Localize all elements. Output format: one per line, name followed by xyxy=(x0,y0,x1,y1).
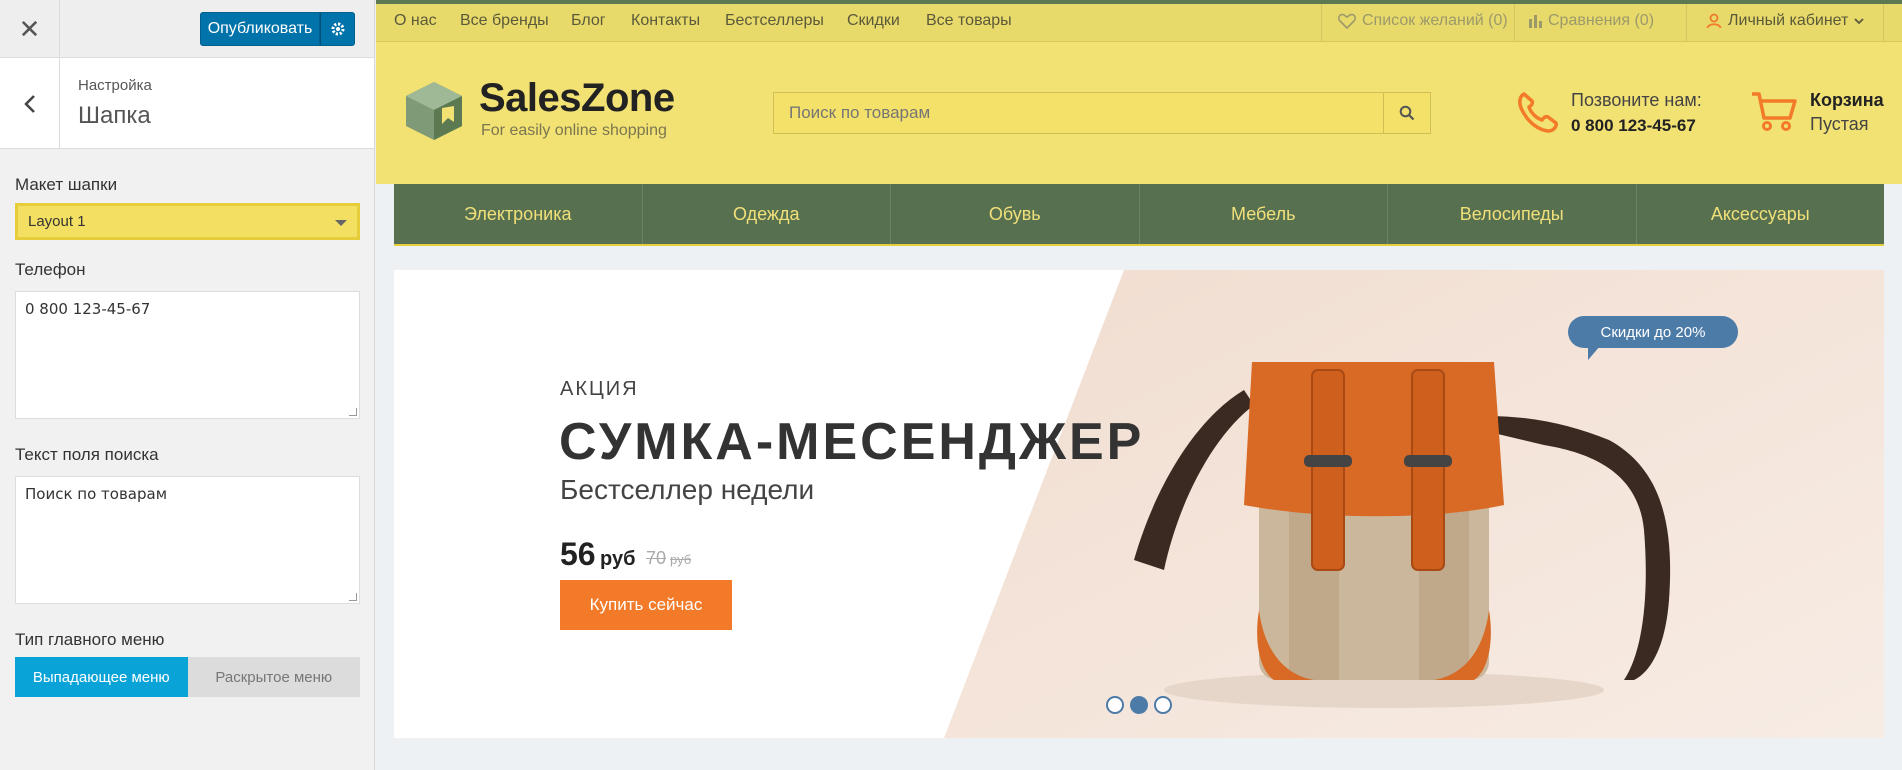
nav-shoes[interactable]: Обувь xyxy=(891,184,1140,244)
topnav-bestsellers[interactable]: Бестселлеры xyxy=(725,12,824,30)
search-text-label: Текст поля поиска xyxy=(15,445,159,464)
search-text-field[interactable]: Поиск по товарам xyxy=(15,476,360,604)
buy-now-button[interactable]: Купить сейчас xyxy=(560,580,732,630)
banner-title: СУМКА-МЕСЕНДЖЕР xyxy=(559,413,1145,471)
layout-select-value: Layout 1 xyxy=(28,213,86,230)
nav-electronics[interactable]: Электроника xyxy=(394,184,643,244)
section-header: Настройка Шапка xyxy=(0,58,374,149)
search-text-field-value: Поиск по товарам xyxy=(25,485,168,503)
section-title: Шапка xyxy=(78,102,151,129)
nav-bicycles[interactable]: Велосипеды xyxy=(1388,184,1637,244)
menu-type-label: Тип главного меню xyxy=(15,630,165,649)
heart-icon xyxy=(1338,13,1356,29)
cart-icon[interactable] xyxy=(1750,90,1798,134)
wishlist-label: Список желаний (0) xyxy=(1362,12,1508,29)
box-logo-icon xyxy=(406,82,462,140)
resize-handle-icon[interactable] xyxy=(349,593,357,601)
price-current: 56 xyxy=(560,536,596,572)
slider-dot-3[interactable] xyxy=(1154,696,1172,714)
search-icon xyxy=(1399,105,1415,121)
site-header: SalesZone For easily online shopping Поз… xyxy=(376,42,1902,184)
discount-badge: Скидки до 20% xyxy=(1568,316,1738,348)
layout-label: Макет шапки xyxy=(15,175,118,194)
top-bar: О нас Все бренды Блог Контакты Бестселле… xyxy=(376,0,1902,42)
breadcrumb: Настройка xyxy=(78,77,152,94)
topnav-discounts[interactable]: Скидки xyxy=(847,12,900,30)
phone-icon xyxy=(1518,92,1558,133)
logo-tagline: For easily online shopping xyxy=(481,122,667,139)
search-input[interactable] xyxy=(774,93,1384,133)
customizer-sidebar: ✕ Опубликовать Настройка Шапка Макет шап… xyxy=(0,0,375,770)
wishlist-link[interactable]: Список желаний (0) xyxy=(1338,12,1508,30)
bar-chart-icon xyxy=(1529,15,1542,28)
menu-type-expanded-option[interactable]: Раскрытое меню xyxy=(187,657,360,697)
search-box xyxy=(773,92,1431,134)
compare-label: Сравнения (0) xyxy=(1548,12,1655,29)
badge-tail xyxy=(1588,346,1600,360)
topnav-blog[interactable]: Блог xyxy=(571,12,606,30)
divider xyxy=(1514,4,1515,42)
divider xyxy=(1686,4,1687,42)
gear-icon[interactable] xyxy=(320,12,355,46)
price-old-currency: руб xyxy=(670,552,692,567)
nav-furniture[interactable]: Мебель xyxy=(1140,184,1388,244)
logo-name[interactable]: SalesZone xyxy=(479,76,675,121)
category-nav: Электроника Одежда Обувь Мебель Велосипе… xyxy=(394,184,1884,246)
cart-status: Пустая xyxy=(1810,114,1869,134)
chevron-down-icon xyxy=(335,220,347,226)
topnav-about[interactable]: О нас xyxy=(394,12,437,30)
slider-dots xyxy=(1106,696,1172,714)
phone-field-value: 0 800 123-45-67 xyxy=(25,300,151,318)
topnav-all-products[interactable]: Все товары xyxy=(926,12,1012,30)
publish-button[interactable]: Опубликовать xyxy=(200,12,320,46)
search-button[interactable] xyxy=(1383,93,1430,133)
divider xyxy=(1321,4,1322,42)
banner-kicker: АКЦИЯ xyxy=(560,378,639,400)
close-icon[interactable]: ✕ xyxy=(0,0,60,58)
nav-accessories[interactable]: Аксессуары xyxy=(1637,184,1885,244)
chevron-down-icon xyxy=(1854,18,1865,25)
menu-type-dropdown-option[interactable]: Выпадающее меню xyxy=(15,657,188,697)
slider-dot-2[interactable] xyxy=(1130,696,1148,714)
back-button[interactable] xyxy=(0,58,60,149)
phone-caption: Позвоните нам: xyxy=(1571,90,1702,110)
topnav-contacts[interactable]: Контакты xyxy=(631,12,700,30)
price-currency: руб xyxy=(600,548,636,570)
site-preview: О нас Все бренды Блог Контакты Бестселле… xyxy=(376,0,1902,770)
resize-handle-icon[interactable] xyxy=(349,408,357,416)
layout-select[interactable]: Layout 1 xyxy=(15,203,360,240)
price-old: 70 xyxy=(646,548,667,568)
customizer-header: ✕ Опубликовать xyxy=(0,0,374,58)
phone-number[interactable]: 0 800 123-45-67 xyxy=(1571,116,1696,136)
cart-label[interactable]: Корзина xyxy=(1810,90,1884,111)
divider xyxy=(1883,4,1884,42)
nav-clothing[interactable]: Одежда xyxy=(643,184,891,244)
topnav-brands[interactable]: Все бренды xyxy=(460,12,549,30)
phone-field[interactable]: 0 800 123-45-67 xyxy=(15,291,360,419)
banner-subtitle: Бестселлер недели xyxy=(560,474,815,505)
slider-dot-1[interactable] xyxy=(1106,696,1124,714)
promo-banner[interactable]: Скидки до 20% АКЦИЯ СУМКА-МЕСЕНДЖЕР Бест… xyxy=(394,270,1884,738)
compare-link[interactable]: Сравнения (0) xyxy=(1528,12,1654,30)
menu-type-toggle: Выпадающее меню Раскрытое меню xyxy=(15,657,360,697)
user-icon xyxy=(1706,13,1722,29)
account-menu[interactable]: Личный кабинет xyxy=(1706,12,1865,30)
account-label: Личный кабинет xyxy=(1728,12,1849,29)
phone-label: Телефон xyxy=(15,260,86,279)
chevron-left-icon xyxy=(23,94,35,113)
